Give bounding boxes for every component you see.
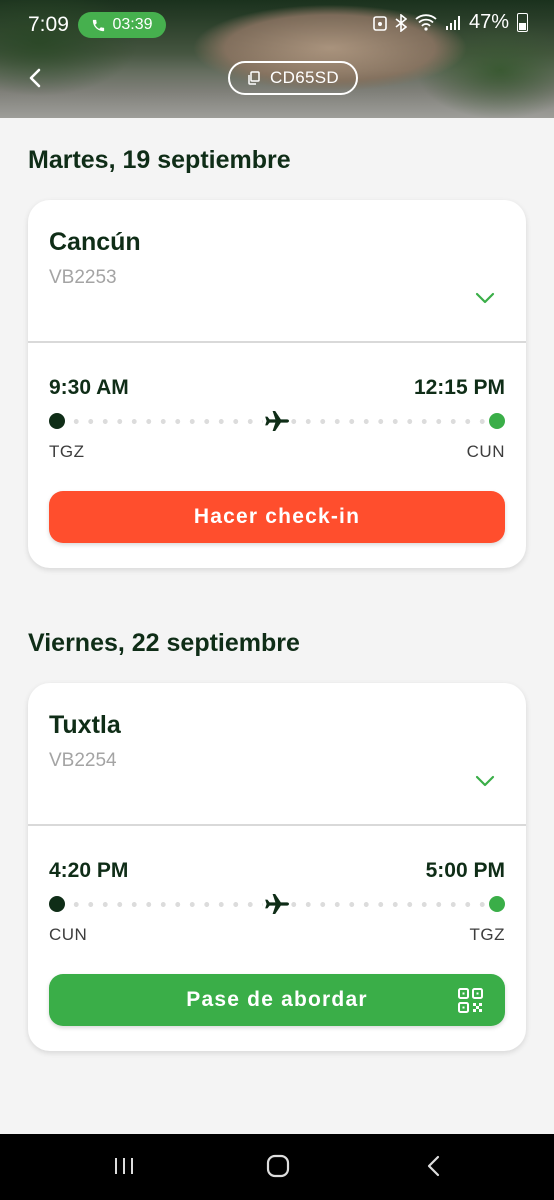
copy-icon <box>248 71 260 85</box>
flight-number: VB2254 <box>49 750 117 771</box>
back-arrow-icon[interactable] <box>24 66 48 90</box>
destination-city: Tuxtla <box>49 711 121 739</box>
system-nav-bar <box>0 1134 554 1200</box>
destination-city: Cancún <box>49 228 141 256</box>
divider <box>28 824 526 826</box>
lock-app-icon <box>373 16 387 31</box>
signal-icon <box>445 15 460 30</box>
battery-icon <box>517 13 528 32</box>
origin-code: CUN <box>49 925 88 944</box>
divider <box>28 341 526 343</box>
day-heading: Viernes, 22 septiembre <box>28 629 300 657</box>
route-line <box>49 892 505 916</box>
destination-code: CUN <box>466 442 505 461</box>
chevron-down-icon[interactable] <box>474 290 496 306</box>
call-duration: 03:39 <box>112 16 153 33</box>
boarding-pass-button[interactable]: Pase de abordar <box>49 974 505 1026</box>
departure-time: 9:30 AM <box>49 376 129 399</box>
check-in-button[interactable]: Hacer check-in <box>49 491 505 543</box>
route-line <box>49 409 505 433</box>
bluetooth-icon <box>395 13 407 32</box>
boarding-pass-label: Pase de abordar <box>186 988 368 1011</box>
origin-dot <box>49 896 65 912</box>
back-nav-icon[interactable] <box>423 1154 445 1178</box>
status-time: 7:09 <box>28 13 69 36</box>
destination-code: TGZ <box>469 925 505 944</box>
flight-card[interactable]: Tuxtla VB2254 4:20 PM 5:00 PM CUN TGZ Pa… <box>28 683 526 1051</box>
chevron-down-icon[interactable] <box>474 773 496 789</box>
day-heading: Martes, 19 septiembre <box>28 146 291 174</box>
ongoing-call-pill[interactable]: 03:39 <box>78 12 166 38</box>
wifi-icon <box>415 14 437 31</box>
battery-percent: 47% <box>468 11 509 33</box>
origin-code: TGZ <box>49 442 85 461</box>
check-in-label: Hacer check-in <box>193 505 361 528</box>
recent-apps-icon[interactable] <box>112 1154 136 1178</box>
destination-dot <box>489 896 505 912</box>
qr-code-icon <box>458 988 483 1013</box>
booking-code-copy-button[interactable]: CD65SD <box>228 61 358 95</box>
phone-icon <box>93 19 105 31</box>
flight-number: VB2253 <box>49 267 117 288</box>
departure-time: 4:20 PM <box>49 859 129 882</box>
status-bar: 7:09 03:39 47% <box>0 0 554 44</box>
airplane-icon <box>263 409 291 433</box>
booking-code: CD65SD <box>270 68 339 87</box>
home-icon[interactable] <box>265 1154 291 1178</box>
destination-dot <box>489 413 505 429</box>
flight-card[interactable]: Cancún VB2253 9:30 AM 12:15 PM TGZ CUN H… <box>28 200 526 568</box>
arrival-time: 12:15 PM <box>413 376 505 399</box>
arrival-time: 5:00 PM <box>425 859 505 882</box>
airplane-icon <box>263 892 291 916</box>
origin-dot <box>49 413 65 429</box>
